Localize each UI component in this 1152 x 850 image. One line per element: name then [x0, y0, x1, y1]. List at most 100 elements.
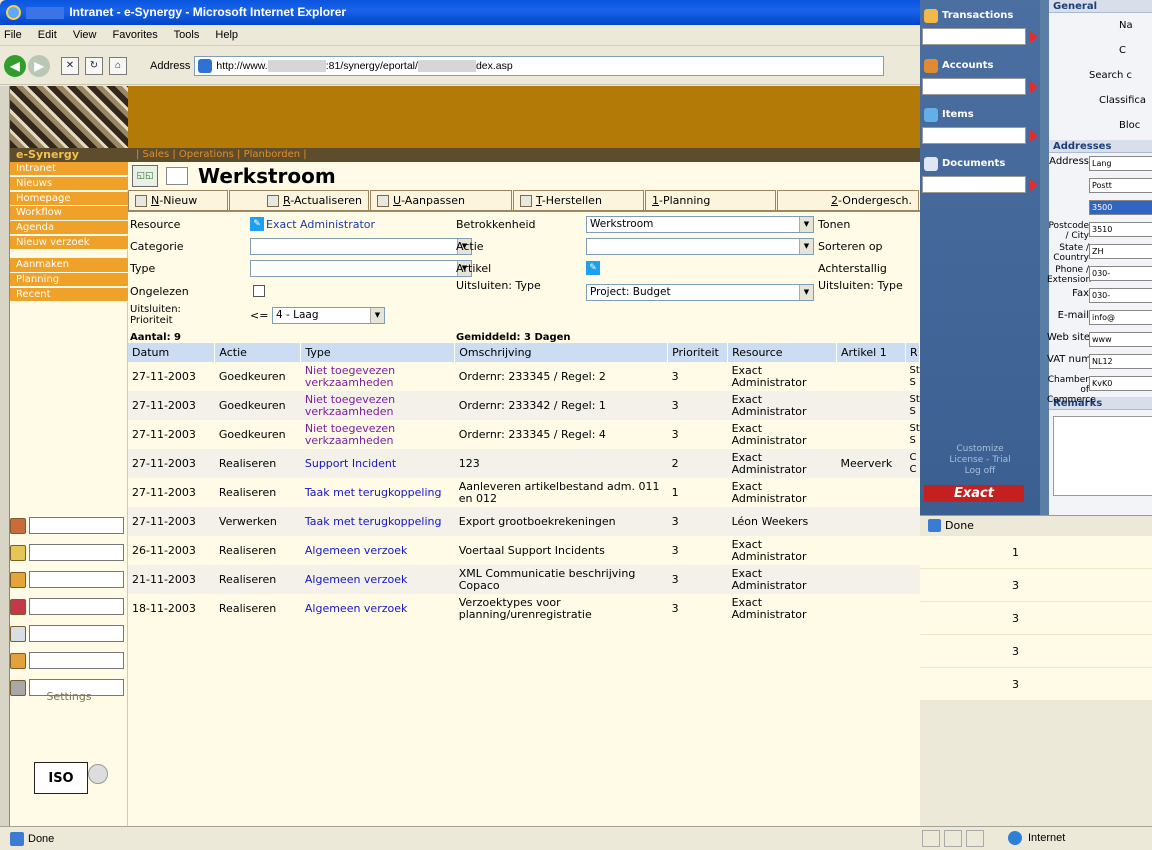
remarks-textarea[interactable]	[1053, 416, 1152, 496]
table-row[interactable]: 27-11-2003 Realiseren Taak met terugkoppel…	[128, 478, 920, 507]
tab-transactions[interactable]: Transactions	[920, 8, 1040, 45]
address-field-input[interactable]: ZH	[1089, 244, 1152, 259]
box-icon[interactable]	[10, 598, 26, 615]
home-icon[interactable]: ⌂	[109, 56, 127, 75]
logoff-link[interactable]: Log off	[920, 466, 1040, 477]
nav-intranet[interactable]: Intranet	[10, 162, 128, 177]
nav-nieuws[interactable]: Nieuws	[10, 176, 128, 192]
document-icon[interactable]	[10, 625, 26, 642]
ongelezen-checkbox[interactable]	[253, 285, 265, 297]
account-icon[interactable]	[10, 544, 26, 561]
table-row[interactable]: 21-11-2003 Realiseren Algemeen verzoek XML …	[128, 565, 920, 594]
table-row[interactable]: 26-11-2003 Realiseren Algemeen verzoek Voer…	[128, 536, 920, 565]
cell-type[interactable]: Niet toegevezen verkzaamheden	[300, 420, 455, 449]
new-button[interactable]: N-Nieuw	[128, 190, 228, 211]
nav-recent[interactable]: Recent	[10, 287, 128, 303]
col-datum[interactable]: Datum	[128, 343, 216, 362]
cell-type[interactable]: Niet toegevezen verkzaamheden	[300, 362, 455, 391]
artikel-lookup-icon[interactable]: ✎	[586, 261, 600, 275]
restore-button[interactable]: T-Herstellen	[513, 190, 644, 211]
table-row[interactable]: 27-11-2003 Realiseren Support Incident 123 2…	[128, 449, 920, 478]
address-field-input[interactable]: 3500	[1089, 200, 1152, 215]
items-input[interactable]	[922, 127, 1026, 144]
go-arrow-icon[interactable]	[1030, 81, 1038, 93]
tab-accounts[interactable]: Accounts	[920, 58, 1040, 95]
box-search-input[interactable]	[29, 598, 124, 615]
refresh-icon[interactable]: ↻	[85, 56, 103, 75]
menu-favorites[interactable]: Favorites	[113, 29, 158, 41]
tab-items[interactable]: Items	[920, 107, 1040, 144]
address-field-input[interactable]: KvK0	[1089, 376, 1152, 391]
contact-icon[interactable]	[10, 517, 26, 534]
license-link[interactable]: License - Trial	[920, 455, 1040, 466]
table-row[interactable]: 27-11-2003 Goedkeuren Niet toegevezen verk…	[128, 420, 920, 449]
table-row[interactable]: 27-11-2003 Goedkeuren Niet toegevezen verk…	[128, 391, 920, 420]
cell-type[interactable]: Algemeen verzoek	[300, 594, 455, 623]
betrokkenheid-select[interactable]: Werkstroom ▼	[586, 216, 814, 233]
cell-type[interactable]: Niet toegevezen verkzaamheden	[300, 391, 455, 420]
address-field-input[interactable]: 3510	[1089, 222, 1152, 237]
settings-link[interactable]: Settings	[10, 690, 128, 703]
forward-icon[interactable]: ▶	[28, 54, 50, 77]
cell-type[interactable]: Support Incident	[300, 449, 455, 478]
cell-type[interactable]: Taak met terugkoppeling	[300, 478, 455, 507]
table-row[interactable]: 18-11-2003 Realiseren Algemeen verzoek Verz…	[128, 594, 920, 623]
nav-planning[interactable]: Planning	[10, 273, 128, 288]
resource-value[interactable]: Exact Administrator	[266, 218, 375, 231]
address-input[interactable]: http://www. :81/synergy/eportal/ dex.asp	[194, 55, 885, 76]
col-resource[interactable]: Resource	[727, 343, 837, 362]
customize-link[interactable]: Customize	[920, 444, 1040, 455]
tab-documents[interactable]: Documents	[920, 156, 1040, 193]
actie-select[interactable]: ▼	[586, 238, 814, 255]
edit-button[interactable]: U-Aanpassen	[370, 190, 512, 211]
col-prioriteit[interactable]: Prioriteit	[667, 343, 729, 362]
address-field-input[interactable]: www	[1089, 332, 1152, 347]
go-arrow-icon[interactable]	[1030, 31, 1038, 43]
item-icon[interactable]	[10, 571, 26, 588]
table-row[interactable]: 27-11-2003 Verwerken Taak met terugkoppeli…	[128, 507, 920, 536]
go-arrow-icon[interactable]	[1030, 130, 1038, 142]
table-row[interactable]: 27-11-2003 Goedkeuren Niet toegevezen verk…	[128, 362, 920, 391]
address-field-input[interactable]: NL12	[1089, 354, 1152, 369]
go-arrow-icon[interactable]	[1030, 179, 1038, 191]
uitsluiten-type-select[interactable]: Project: Budget ▼	[586, 284, 814, 301]
cell-type[interactable]: Taak met terugkoppeling	[300, 507, 455, 536]
item-search-input[interactable]	[29, 571, 124, 588]
refresh-button[interactable]: R-Actualiseren	[229, 190, 369, 211]
contact-search-input[interactable]	[29, 517, 124, 534]
cell-type[interactable]: Algemeen verzoek	[300, 565, 455, 594]
address-field-input[interactable]: info@	[1089, 310, 1152, 325]
menu-help[interactable]: Help	[215, 29, 238, 41]
type-select[interactable]: ▼	[250, 260, 472, 277]
address-field-input[interactable]: 030-	[1089, 288, 1152, 303]
col-type[interactable]: Type	[300, 343, 456, 362]
documents-input[interactable]	[922, 176, 1026, 193]
nav-agenda[interactable]: Agenda	[10, 221, 128, 236]
nav-workflow[interactable]: Workflow	[10, 206, 128, 221]
resource-lookup-icon[interactable]: ✎	[250, 217, 264, 231]
address-field-input[interactable]: Postt	[1089, 178, 1152, 193]
col-artikel[interactable]: Artikel 1	[836, 343, 906, 362]
menu-tools[interactable]: Tools	[174, 29, 200, 41]
menu-view[interactable]: View	[73, 29, 97, 41]
account-search-input[interactable]	[29, 544, 124, 561]
categorie-select[interactable]: ▼	[250, 238, 472, 255]
nav-nieuw-verzoek[interactable]: Nieuw verzoek	[10, 235, 128, 251]
accounts-input[interactable]	[922, 78, 1026, 95]
menu-edit[interactable]: Edit	[38, 29, 57, 41]
menu-file[interactable]: File	[4, 29, 22, 41]
address-field-input[interactable]: Lang	[1089, 156, 1152, 171]
request-search-input[interactable]	[29, 652, 124, 669]
col-r[interactable]: R	[905, 343, 921, 362]
address-field-input[interactable]: 030-	[1089, 266, 1152, 281]
col-omschrijving[interactable]: Omschrijving	[454, 343, 669, 362]
stop-icon[interactable]: ✕	[61, 56, 79, 75]
back-icon[interactable]: ◀	[4, 54, 26, 77]
planning-button[interactable]: 1-Planning	[645, 190, 776, 211]
subordinates-button[interactable]: 2-Ondergesch.	[777, 190, 919, 211]
transactions-input[interactable]	[922, 28, 1026, 45]
cell-type[interactable]: Algemeen verzoek	[300, 536, 455, 565]
request-icon[interactable]	[10, 652, 26, 669]
top-tabs[interactable]: | Sales | Operations | Planborden |	[128, 148, 920, 162]
nav-homepage[interactable]: Homepage	[10, 191, 128, 206]
